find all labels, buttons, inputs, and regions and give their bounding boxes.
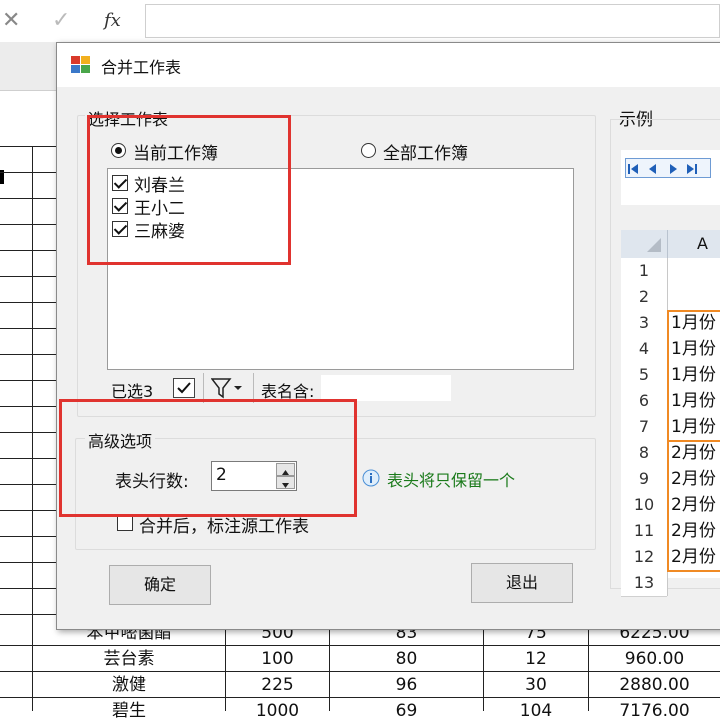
table-cell[interactable]: 12 bbox=[484, 646, 588, 672]
example-row-number: 8 bbox=[621, 440, 667, 467]
filter-icon[interactable] bbox=[210, 377, 242, 399]
example-row-number: 4 bbox=[621, 336, 667, 363]
table-cell[interactable]: 芸台素 bbox=[33, 646, 225, 672]
highlight-box bbox=[59, 399, 357, 517]
example-row-number: 7 bbox=[621, 414, 667, 441]
example-column-header: A bbox=[697, 234, 708, 253]
table-cell[interactable]: 碧生 bbox=[33, 698, 225, 724]
table-cell[interactable]: 7176.00 bbox=[589, 698, 720, 724]
example-row-number: 11 bbox=[621, 518, 667, 545]
table-cell[interactable]: 80 bbox=[330, 646, 483, 672]
info-icon bbox=[362, 469, 380, 487]
radio-all-label: 全部工作簿 bbox=[383, 144, 468, 164]
example-row-number: 2 bbox=[621, 284, 667, 311]
cancel-icon[interactable]: ✕ bbox=[2, 8, 20, 33]
example-header-row: A bbox=[621, 230, 720, 259]
example-panel: A 1 2 3 1月份 4 1月份 5 1月份 6 1月份 7 1月份 8 2月份 9 2月份 10 2月份 11 2… bbox=[610, 119, 720, 597]
example-group-february bbox=[667, 440, 720, 572]
sheet-navigation bbox=[625, 158, 711, 178]
example-row-number: 5 bbox=[621, 362, 667, 389]
example-cell bbox=[669, 570, 720, 596]
name-contains-input[interactable] bbox=[321, 375, 451, 401]
table-cell[interactable]: 104 bbox=[484, 698, 588, 724]
table-cell[interactable]: 2880.00 bbox=[589, 672, 720, 698]
info-text: 表头将只保留一个 bbox=[387, 471, 516, 490]
table-cell[interactable]: 960.00 bbox=[589, 646, 720, 672]
formula-bar: ✕ ✓ fx bbox=[0, 0, 720, 43]
example-tab-area bbox=[621, 150, 720, 205]
column-header-strip bbox=[0, 42, 56, 91]
example-cell bbox=[669, 258, 720, 284]
radio-all-workbooks[interactable] bbox=[361, 143, 376, 158]
example-row-number: 9 bbox=[621, 466, 667, 493]
highlight-box bbox=[87, 115, 291, 265]
example-row-number: 10 bbox=[621, 492, 667, 519]
table-cell[interactable]: 1000 bbox=[226, 698, 329, 724]
table-cell[interactable]: 30 bbox=[484, 672, 588, 698]
example-row-number: 12 bbox=[621, 544, 667, 571]
example-cell bbox=[669, 284, 720, 310]
example-group-january bbox=[667, 310, 720, 442]
select-all-corner bbox=[621, 230, 668, 258]
merge-sheets-dialog: 合并工作表 选择工作表 当前工作簿 全部工作簿 刘春兰 王小二 三麻婆 已选3 … bbox=[56, 42, 720, 630]
table-cell[interactable]: 激健 bbox=[33, 672, 225, 698]
table-cell[interactable]: 96 bbox=[330, 672, 483, 698]
example-row-number: 3 bbox=[621, 310, 667, 337]
table-cell[interactable]: 69 bbox=[330, 698, 483, 724]
dialog-titlebar[interactable]: 合并工作表 bbox=[57, 43, 720, 87]
exit-button[interactable]: 退出 bbox=[471, 563, 573, 603]
ok-button[interactable]: 确定 bbox=[109, 565, 211, 605]
table-cell[interactable]: 225 bbox=[226, 672, 329, 698]
confirm-icon[interactable]: ✓ bbox=[52, 8, 70, 33]
example-row-number: 1 bbox=[621, 258, 667, 285]
example-row-number: 6 bbox=[621, 388, 667, 415]
formula-input[interactable] bbox=[145, 4, 720, 38]
table-cell[interactable]: 100 bbox=[226, 646, 329, 672]
example-row-number: 13 bbox=[621, 570, 667, 597]
dialog-title: 合并工作表 bbox=[101, 58, 182, 77]
app-icon bbox=[71, 56, 91, 74]
function-icon[interactable]: fx bbox=[104, 10, 121, 31]
select-all-checkbox[interactable] bbox=[173, 378, 195, 398]
mark-source-checkbox[interactable] bbox=[117, 515, 133, 531]
